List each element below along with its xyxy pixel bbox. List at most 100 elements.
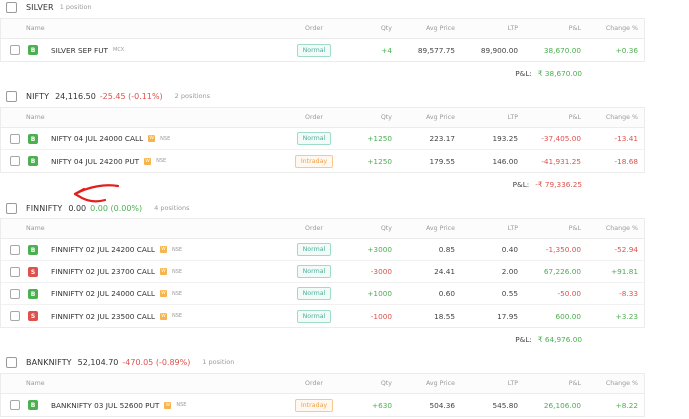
col-avg-price[interactable]: Avg Price bbox=[426, 108, 455, 127]
col-avg-price[interactable]: Avg Price bbox=[426, 374, 455, 393]
table-row[interactable]: B NIFTY 04 JUL 24200 PUT W NSE Intraday +1… bbox=[1, 150, 644, 172]
col-qty[interactable]: Qty bbox=[381, 108, 392, 127]
col-pnl[interactable]: P&L bbox=[569, 219, 581, 238]
col-change[interactable]: Change % bbox=[606, 219, 638, 238]
instrument-label: BANKNIFTY 03 JUL 52600 PUT bbox=[51, 400, 160, 410]
weekly-badge: W bbox=[159, 290, 167, 297]
avg-price-cell: 24.41 bbox=[434, 267, 455, 276]
change-cell: +3.23 bbox=[615, 311, 638, 321]
buy-badge: B bbox=[28, 289, 38, 299]
group-select-checkbox[interactable] bbox=[6, 202, 17, 214]
order-type-cell: Normal bbox=[281, 283, 347, 304]
instrument-label: NIFTY 04 JUL 24200 PUT bbox=[51, 156, 140, 166]
group-count: 1 position bbox=[59, 3, 92, 11]
col-order[interactable]: Order bbox=[281, 374, 347, 393]
col-pnl[interactable]: P&L bbox=[569, 108, 581, 127]
col-change[interactable]: Change % bbox=[606, 19, 638, 38]
table-row[interactable]: B SILVER SEP FUT MCX Normal +4 89,577.75 … bbox=[1, 39, 644, 61]
sell-badge: S bbox=[28, 267, 38, 277]
col-change[interactable]: Change % bbox=[606, 374, 638, 393]
col-ltp[interactable]: LTP bbox=[508, 374, 518, 393]
col-avg-price[interactable]: Avg Price bbox=[426, 219, 455, 238]
col-instrument[interactable]: Name bbox=[26, 374, 45, 393]
group-select-checkbox[interactable] bbox=[6, 90, 17, 102]
instrument-name: FINNIFTY 02 JUL 23700 CALL W NSE bbox=[51, 261, 182, 282]
table-row[interactable]: B FINNIFTY 02 JUL 24000 CALL W NSE Normal … bbox=[1, 283, 644, 305]
group-select-checkbox[interactable] bbox=[6, 356, 17, 368]
instrument-label: SILVER SEP FUT bbox=[51, 45, 108, 55]
pnl-total-value: -₹ 79,336.25 bbox=[535, 179, 582, 189]
avg-price-cell: 18.55 bbox=[434, 311, 455, 321]
weekly-badge: W bbox=[159, 312, 167, 320]
col-pnl[interactable]: P&L bbox=[569, 19, 581, 38]
col-order[interactable]: Order bbox=[281, 219, 347, 238]
order-type-cell: Intraday bbox=[281, 150, 347, 172]
table-row[interactable]: B FINNIFTY 02 JUL 24200 CALL W NSE Normal … bbox=[1, 239, 644, 261]
row-checkbox[interactable] bbox=[10, 45, 20, 55]
row-checkbox[interactable] bbox=[10, 289, 20, 299]
pnl-cell: -50.00 bbox=[557, 289, 581, 298]
avg-price-cell: 179.55 bbox=[429, 156, 455, 166]
row-checkbox[interactable] bbox=[10, 156, 20, 166]
col-change[interactable]: Change % bbox=[606, 108, 638, 127]
group-name: FINNIFTY bbox=[26, 203, 63, 213]
weekly-badge: W bbox=[159, 246, 167, 253]
group-change: -470.05 (-0.89%) bbox=[122, 357, 191, 367]
col-instrument[interactable]: Name bbox=[26, 19, 45, 38]
row-checkbox[interactable] bbox=[10, 311, 20, 321]
exchange-label: NSE bbox=[160, 135, 171, 142]
change-cell: -8.33 bbox=[619, 289, 638, 298]
col-qty[interactable]: Qty bbox=[381, 374, 392, 393]
positions-table-nifty: Name Order Qty Avg Price LTP P&L Change … bbox=[0, 107, 645, 173]
pnl-total-label: P&L: bbox=[512, 179, 530, 189]
col-ltp[interactable]: LTP bbox=[508, 219, 518, 238]
col-qty[interactable]: Qty bbox=[381, 219, 392, 238]
weekly-badge: W bbox=[148, 135, 156, 142]
positions-table-finnifty: Name Order Qty Avg Price LTP P&L Change … bbox=[0, 218, 645, 328]
col-instrument[interactable]: Name bbox=[26, 219, 45, 238]
group-total-finnifty: P&L: ₹ 64,976.00 bbox=[515, 332, 582, 346]
pnl-total-value: ₹ 64,976.00 bbox=[537, 334, 582, 344]
col-avg-price[interactable]: Avg Price bbox=[426, 19, 455, 38]
pnl-cell: -41,931.25 bbox=[541, 156, 581, 166]
col-ltp[interactable]: LTP bbox=[508, 19, 518, 38]
table-row[interactable]: B BANKNIFTY 03 JUL 52600 PUT W NSE Intrada… bbox=[1, 394, 644, 416]
row-checkbox[interactable] bbox=[10, 267, 20, 277]
row-checkbox[interactable] bbox=[10, 400, 20, 410]
group-price: 52,104.70 bbox=[77, 357, 119, 367]
positions-table-banknifty: Name Order Qty Avg Price LTP P&L Change … bbox=[0, 373, 645, 417]
table-row[interactable]: S FINNIFTY 02 JUL 23500 CALL W NSE Normal … bbox=[1, 305, 644, 327]
col-instrument[interactable]: Name bbox=[26, 108, 45, 127]
buy-badge: B bbox=[28, 134, 38, 144]
order-type-cell: Normal bbox=[281, 305, 347, 327]
row-checkbox[interactable] bbox=[10, 134, 20, 144]
table-row[interactable]: B NIFTY 04 JUL 24000 CALL W NSE Normal +12… bbox=[1, 128, 644, 150]
change-cell: -18.68 bbox=[614, 156, 638, 166]
table-row[interactable]: S FINNIFTY 02 JUL 23700 CALL W NSE Normal … bbox=[1, 261, 644, 283]
col-order[interactable]: Order bbox=[281, 108, 347, 127]
col-pnl[interactable]: P&L bbox=[569, 374, 581, 393]
order-type-badge: Normal bbox=[296, 309, 332, 323]
row-checkbox[interactable] bbox=[10, 245, 20, 255]
col-qty[interactable]: Qty bbox=[381, 19, 392, 38]
col-ltp[interactable]: LTP bbox=[508, 108, 518, 127]
instrument-label: FINNIFTY 02 JUL 23700 CALL bbox=[51, 267, 155, 276]
buy-badge: B bbox=[28, 45, 38, 55]
table-header: Name Order Qty Avg Price LTP P&L Change … bbox=[1, 108, 644, 128]
group-header-silver: SILVER 1 position bbox=[0, 0, 92, 17]
col-order[interactable]: Order bbox=[281, 19, 347, 38]
group-count: 4 positions bbox=[154, 204, 190, 212]
order-type-badge: Normal bbox=[296, 243, 332, 256]
exchange-label: NSE bbox=[176, 402, 187, 408]
instrument-label: FINNIFTY 02 JUL 24200 CALL bbox=[51, 245, 155, 254]
group-header-finnifty: FINNIFTY 0.00 0.00 (0.00%) 4 positions bbox=[0, 198, 190, 218]
order-type-badge: Normal bbox=[296, 287, 332, 300]
ltp-cell: 0.55 bbox=[501, 289, 518, 298]
group-select-checkbox[interactable] bbox=[6, 1, 17, 13]
instrument-name: NIFTY 04 JUL 24200 PUT W NSE bbox=[51, 150, 166, 172]
order-type-cell: Intraday bbox=[281, 394, 347, 416]
buy-badge: B bbox=[28, 400, 38, 410]
group-total-nifty: P&L: -₹ 79,336.25 bbox=[513, 177, 582, 191]
qty-cell: +630 bbox=[371, 400, 392, 410]
exchange-label: NSE bbox=[171, 268, 183, 275]
